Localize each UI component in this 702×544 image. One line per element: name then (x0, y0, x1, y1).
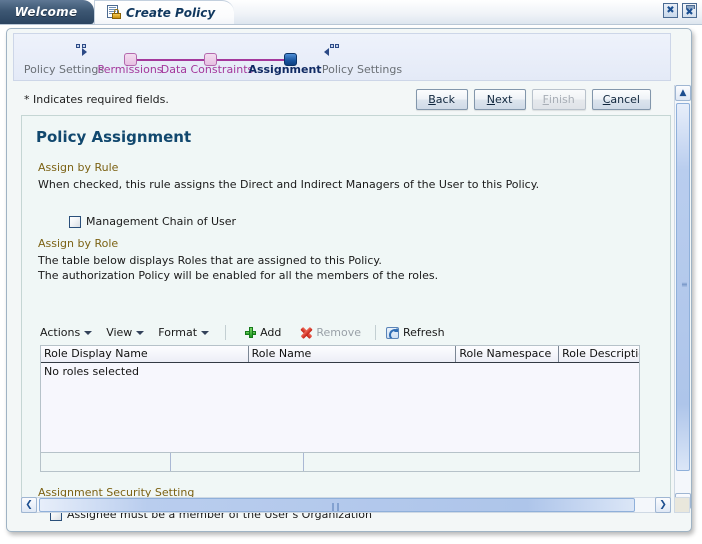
chevron-up-icon: ▲ (679, 87, 687, 98)
chevron-down-icon (84, 330, 93, 335)
tab-welcome-label: Welcome (14, 5, 78, 19)
assign-by-role-description-line1: The table below displays Roles that are … (38, 254, 382, 267)
assign-by-role-heading: Assign by Role (38, 237, 119, 250)
train-next-arrow-icon[interactable] (324, 44, 340, 57)
train-step-policy-settings-next[interactable]: Policy Settings (318, 63, 406, 76)
cancel-button[interactable]: Cancel (591, 89, 651, 110)
roles-table-footer (41, 452, 639, 471)
scrollbar-corner (674, 497, 690, 513)
chevron-down-icon (136, 330, 145, 335)
assign-by-rule-description: When checked, this rule assigns the Dire… (38, 178, 540, 191)
train-step-label: Assignment (248, 63, 322, 76)
refresh-button[interactable]: Refresh (386, 326, 445, 339)
management-chain-checkbox[interactable] (69, 215, 81, 228)
roles-table-header: Role Display Name Role Name Role Namespa… (41, 346, 639, 363)
plus-icon (245, 327, 257, 338)
remove-role-label: Remove (316, 326, 361, 339)
actions-menu-label: Actions (40, 326, 81, 339)
next-button-mnemonic: N (486, 93, 495, 106)
toolbar-separator (225, 325, 227, 340)
page-title: Policy Assignment (36, 128, 192, 146)
remove-role-button: Remove (301, 326, 361, 339)
scroll-thumb-grip: ≡ (681, 280, 689, 289)
cancel-button-label: ancel (610, 93, 640, 106)
next-button-label: ext (495, 93, 513, 106)
train-step-assignment[interactable]: Assignment (244, 63, 326, 76)
scroll-right-button[interactable]: ❯ (655, 497, 671, 513)
finish-button-label: inish (548, 93, 575, 106)
cancel-button-mnemonic: C (602, 93, 611, 106)
window-controls: ✖ ✖ (663, 3, 697, 18)
close-icon[interactable]: ✖ (663, 3, 678, 18)
chevron-down-icon (201, 330, 210, 335)
scroll-thumb-grip: ‖‖ (331, 502, 341, 511)
roles-table-empty-message: No roles selected (44, 365, 139, 378)
finish-button: Finish (531, 89, 586, 110)
tab-create-policy-label: Create Policy (126, 5, 216, 20)
next-button[interactable]: Next (473, 89, 526, 110)
chevron-right-icon: ❯ (659, 499, 667, 510)
train-connector-1 (131, 59, 211, 61)
chevron-left-icon: ❮ (25, 499, 33, 510)
footer-cell (41, 453, 171, 471)
column-header-role-display-name[interactable]: Role Display Name (41, 346, 249, 362)
tab-create-policy[interactable]: Create Policy (94, 0, 234, 24)
back-button-label: ack (435, 93, 455, 106)
roles-table-body: No roles selected (41, 363, 639, 453)
assign-by-rule-heading: Assign by Rule (38, 161, 119, 174)
toolbar-separator-2 (375, 325, 376, 340)
required-fields-note: * Indicates required fields. (24, 93, 169, 106)
add-role-button[interactable]: Add (245, 326, 281, 339)
back-button[interactable]: Back (415, 89, 468, 110)
train-step-data-constraints[interactable]: Data Constraints (156, 63, 258, 76)
roles-table: Role Display Name Role Name Role Namespa… (40, 345, 640, 472)
scroll-left-button[interactable]: ❮ (21, 497, 37, 513)
management-chain-checkbox-label: Management Chain of User (86, 215, 237, 228)
required-fields-row: * Indicates required fields. Back Next F… (21, 87, 671, 115)
wizard-button-row: Back Next Finish Cancel (415, 89, 651, 110)
column-header-role-name[interactable]: Role Name (249, 346, 457, 362)
horizontal-scroll-thumb[interactable]: ‖‖ (39, 498, 635, 512)
roles-table-toolbar: Actions View Format Add Remove Refresh (40, 322, 640, 343)
tab-bar: Welcome Create Policy ✖ ✖ (0, 0, 702, 25)
horizontal-scrollbar[interactable]: ❮ ‖‖ ❯ (21, 497, 671, 513)
tab-welcome[interactable]: Welcome (0, 0, 94, 24)
add-role-label: Add (260, 326, 282, 339)
detach-window-icon[interactable]: ✖ (682, 3, 697, 18)
refresh-icon (386, 326, 399, 339)
column-header-role-namespace[interactable]: Role Namespace (456, 346, 560, 362)
train-step-label: Policy Settings (321, 63, 403, 76)
footer-cell (171, 453, 304, 471)
train-step-label: Data Constraints (160, 63, 254, 76)
detach-glyph: ✖ (685, 7, 694, 18)
actions-menu-button[interactable]: Actions (40, 326, 93, 339)
train-connector-2 (211, 59, 291, 61)
view-menu-label: View (106, 326, 133, 339)
format-menu-button[interactable]: Format (158, 326, 210, 339)
vertical-scroll-thumb[interactable]: ≡ (676, 103, 690, 471)
page-lock-icon (107, 5, 121, 20)
wizard-train: Policy Settings Permissions Data Constra… (13, 33, 671, 81)
assign-by-role-description-line2: The authorization Policy will be enabled… (38, 269, 439, 282)
column-header-role-description[interactable]: Role Description (559, 346, 639, 362)
format-menu-label: Format (158, 326, 198, 339)
footer-cell (304, 453, 639, 471)
management-chain-checkbox-row[interactable]: Management Chain of User (69, 215, 236, 228)
tab-bar-underline (0, 24, 702, 25)
scroll-up-button[interactable]: ▲ (675, 85, 691, 101)
view-menu-button[interactable]: View (106, 326, 145, 339)
train-previous-arrow-icon[interactable] (76, 44, 92, 57)
back-button-mnemonic: B (428, 93, 436, 106)
refresh-label: Refresh (403, 326, 445, 339)
delete-x-icon (301, 326, 313, 339)
vertical-scrollbar[interactable]: ▲ ≡ ▼ (674, 85, 691, 509)
create-policy-window: Policy Settings Permissions Data Constra… (6, 28, 692, 532)
close-glyph: ✖ (666, 4, 675, 16)
